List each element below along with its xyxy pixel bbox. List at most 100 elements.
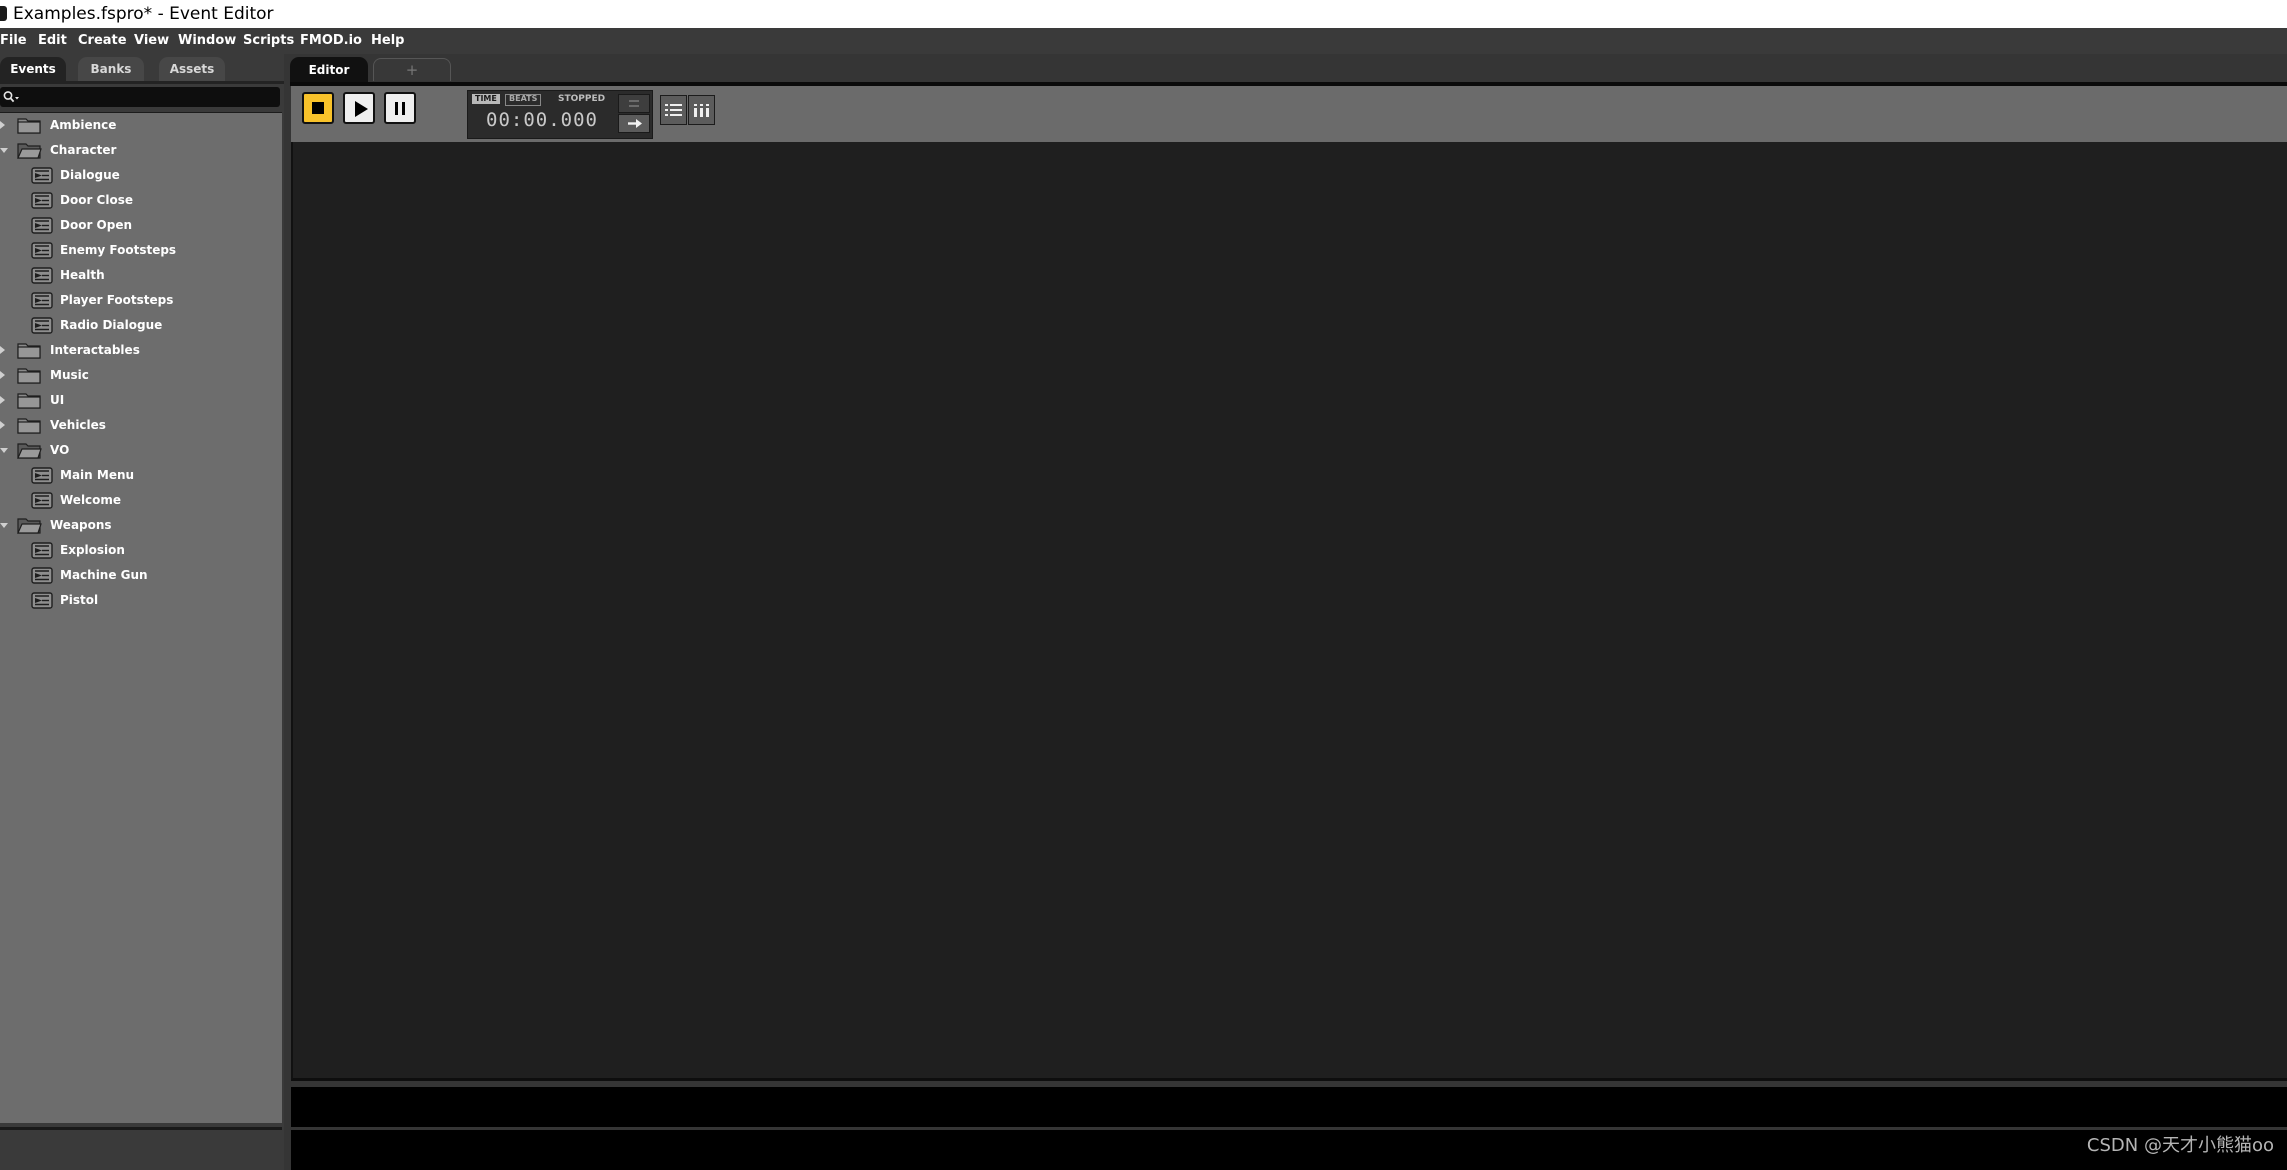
folder-open-icon	[17, 517, 42, 534]
event-icon	[31, 167, 53, 184]
tree-item-label: UI	[50, 393, 65, 407]
event-pistol[interactable]: Pistol	[0, 588, 282, 613]
beats-mode-toggle[interactable]: BEATS	[505, 94, 542, 106]
watermark: CSDN @天才小熊猫oo	[2086, 1135, 2274, 1156]
stop-icon	[312, 102, 324, 114]
event-player-footsteps[interactable]: Player Footsteps	[0, 288, 282, 313]
event-welcome[interactable]: Welcome	[0, 488, 282, 513]
event-icon	[31, 242, 53, 259]
window-title: Examples.fspro* - Event Editor	[13, 4, 274, 24]
expand-arrow-down-icon[interactable]	[0, 448, 8, 453]
event-health[interactable]: Health	[0, 263, 282, 288]
expand-arrow-down-icon[interactable]	[0, 523, 8, 528]
event-machine-gun[interactable]: Machine Gun	[0, 563, 282, 588]
editor-pane: Editor + TIME BEATS STOPPED 00:00.000	[284, 54, 2287, 1170]
add-tab-button[interactable]: +	[373, 58, 451, 81]
event-door-open[interactable]: Door Open	[0, 213, 282, 238]
tree-item-label: Dialogue	[60, 168, 120, 182]
search-input[interactable]	[0, 87, 280, 107]
loop-toggle[interactable]	[618, 94, 650, 113]
tree-item-label: Door Close	[60, 193, 133, 207]
playback-state: STOPPED	[558, 94, 606, 104]
menu-view[interactable]: View	[134, 33, 169, 49]
folder-music[interactable]: Music	[0, 363, 282, 388]
tab-strip	[0, 81, 284, 84]
time-mode-toggle[interactable]: TIME	[472, 94, 500, 104]
transport-bar: TIME BEATS STOPPED 00:00.000	[291, 86, 2287, 142]
event-icon	[31, 567, 53, 584]
expand-arrow-right-icon[interactable]	[0, 121, 5, 129]
play-button[interactable]	[343, 92, 375, 124]
menu-file[interactable]: File	[0, 33, 27, 49]
tree-item-label: Player Footsteps	[60, 293, 174, 307]
event-icon	[31, 317, 53, 334]
expand-arrow-down-icon[interactable]	[0, 148, 8, 153]
folder-interactables[interactable]: Interactables	[0, 338, 282, 363]
event-main-menu[interactable]: Main Menu	[0, 463, 282, 488]
menu-window[interactable]: Window	[178, 33, 236, 49]
tree-item-label: Character	[50, 143, 117, 157]
follow-playhead-toggle[interactable]	[618, 114, 650, 133]
tree-item-label: VO	[50, 443, 70, 457]
event-explosion[interactable]: Explosion	[0, 538, 282, 563]
event-icon	[31, 542, 53, 559]
event-door-close[interactable]: Door Close	[0, 188, 282, 213]
folder-open-icon	[17, 442, 42, 459]
event-dialogue[interactable]: Dialogue	[0, 163, 282, 188]
loop-icon	[629, 100, 639, 107]
folder-icon	[17, 117, 42, 134]
folder-ui[interactable]: UI	[0, 388, 282, 413]
folder-character[interactable]: Character	[0, 138, 282, 163]
folder-icon	[17, 417, 42, 434]
title-bar: Examples.fspro* - Event Editor	[0, 0, 2287, 28]
tab-banks[interactable]: Banks	[78, 57, 144, 81]
tab-editor[interactable]: Editor	[290, 57, 368, 82]
folder-icon	[17, 367, 42, 384]
pause-button[interactable]	[384, 92, 416, 124]
tree-item-label: Explosion	[60, 543, 125, 557]
editor-canvas[interactable]	[291, 142, 2287, 1081]
stop-button[interactable]	[302, 92, 334, 124]
list-view-icon	[665, 104, 682, 116]
folder-weapons[interactable]: Weapons	[0, 513, 282, 538]
time-display: TIME BEATS STOPPED 00:00.000	[467, 90, 653, 139]
tree-item-label: Enemy Footsteps	[60, 243, 177, 257]
list-view-button[interactable]	[660, 95, 687, 125]
event-icon	[31, 592, 53, 609]
menu-edit[interactable]: Edit	[38, 33, 67, 49]
event-icon	[31, 267, 53, 284]
search-icon[interactable]	[2, 90, 20, 104]
arrow-right-icon	[628, 119, 642, 128]
event-enemy-footsteps[interactable]: Enemy Footsteps	[0, 238, 282, 263]
tree-item-label: Music	[50, 368, 89, 382]
tree-item-label: Ambience	[50, 118, 117, 132]
tree-item-label: Vehicles	[50, 418, 106, 432]
expand-arrow-right-icon[interactable]	[0, 421, 5, 429]
expand-arrow-right-icon[interactable]	[0, 371, 5, 379]
tree-item-label: Machine Gun	[60, 568, 148, 582]
menu-create[interactable]: Create	[78, 33, 127, 49]
expand-arrow-right-icon[interactable]	[0, 396, 5, 404]
menu-fmod-io[interactable]: FMOD.io	[300, 33, 362, 49]
fmod-app-icon	[0, 6, 7, 21]
menu-bar: File Edit Create View Window Scripts FMO…	[0, 28, 2287, 54]
tab-assets[interactable]: Assets	[159, 57, 225, 81]
tab-events[interactable]: Events	[0, 57, 66, 81]
tree-item-label: Weapons	[50, 518, 112, 532]
menu-help[interactable]: Help	[371, 33, 404, 49]
deck-panel	[291, 1087, 2287, 1127]
folder-ambience[interactable]: Ambience	[0, 113, 282, 138]
event-radio-dialogue[interactable]: Radio Dialogue	[0, 313, 282, 338]
event-browser: Events Banks Assets Ambience Character Dia…	[0, 54, 284, 1170]
folder-vo[interactable]: VO	[0, 438, 282, 463]
tree-item-label: Pistol	[60, 593, 99, 607]
event-icon	[31, 292, 53, 309]
event-icon	[31, 217, 53, 234]
expand-arrow-right-icon[interactable]	[0, 346, 5, 354]
folder-vehicles[interactable]: Vehicles	[0, 413, 282, 438]
event-tree: Ambience Character Dialogue Door Close Door …	[0, 112, 282, 1123]
tree-item-label: Interactables	[50, 343, 140, 357]
columns-view-button[interactable]	[688, 95, 715, 125]
columns-view-icon	[694, 104, 709, 117]
menu-scripts[interactable]: Scripts	[243, 33, 294, 49]
